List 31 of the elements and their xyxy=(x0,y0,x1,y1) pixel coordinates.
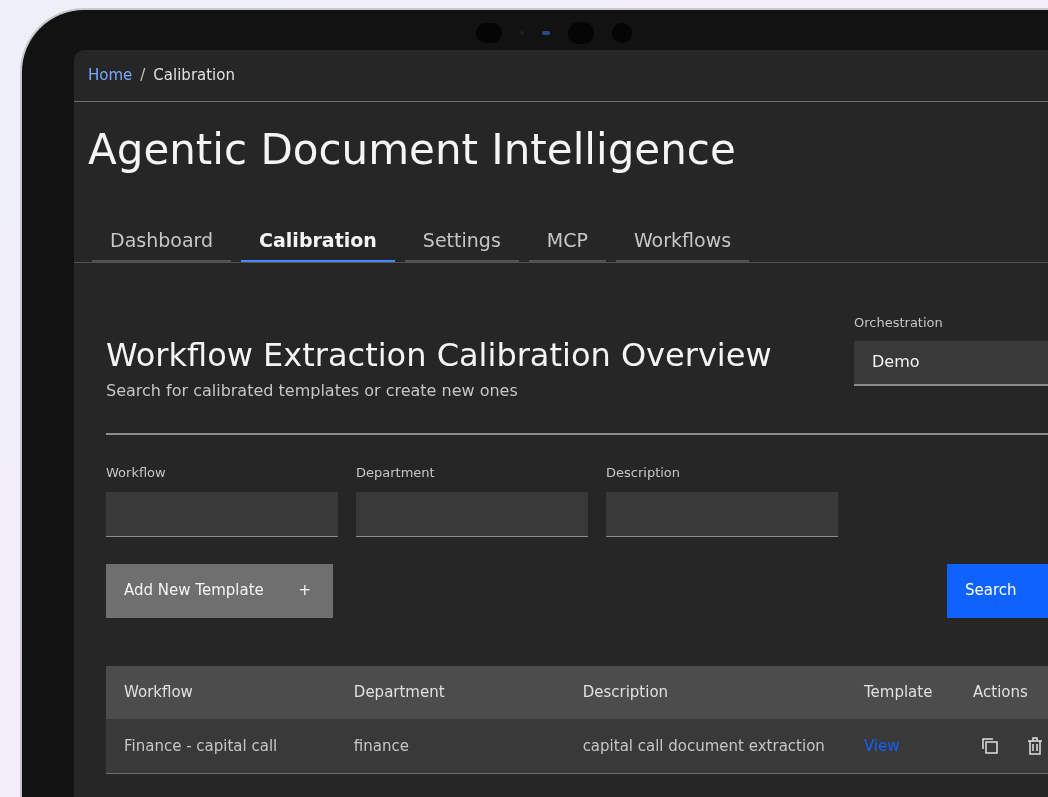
trash-icon[interactable] xyxy=(1026,736,1043,755)
nav-tab[interactable]: Dashboard xyxy=(92,220,232,262)
app-title: Agentic Document Intelligence xyxy=(87,124,737,176)
field-label: Description xyxy=(606,464,682,482)
section-title: Workflow Extraction Calibration Overview xyxy=(106,335,773,376)
nav-tab[interactable]: Calibration xyxy=(241,220,395,262)
section-subtitle: Search for calibrated templates or create new ones xyxy=(106,380,519,402)
field-label: Workflow xyxy=(106,464,167,482)
copy-icon[interactable] xyxy=(980,736,999,755)
field-label: Department xyxy=(356,464,436,482)
search-button[interactable]: Search xyxy=(947,563,1048,618)
nav-tab[interactable]: Workflows xyxy=(615,220,750,262)
table-cell: finance xyxy=(353,736,409,755)
orchestration-select[interactable]: Demo xyxy=(854,340,1048,386)
column-header: Template xyxy=(863,683,933,701)
breadcrumb-separator: / xyxy=(140,65,146,87)
column-header: Department xyxy=(353,683,445,701)
input-field[interactable] xyxy=(106,491,338,537)
home-link[interactable]: Home xyxy=(88,64,133,87)
field-label: Orchestration xyxy=(854,314,944,332)
add-template-button[interactable]: Add New Template + xyxy=(106,563,333,618)
nav-tab[interactable]: Settings xyxy=(404,220,519,262)
nav-tab[interactable]: MCP xyxy=(528,220,606,262)
column-header: Actions xyxy=(973,683,1028,701)
input-field[interactable] xyxy=(356,491,588,537)
column-header: Workflow xyxy=(124,683,193,701)
breadcrumb-current: Calibration xyxy=(153,65,235,87)
column-header: Description xyxy=(582,683,669,701)
table-cell: capital call document extraction xyxy=(582,736,825,755)
input-field[interactable] xyxy=(606,491,838,537)
table-cell: Finance - capital call xyxy=(124,736,278,755)
